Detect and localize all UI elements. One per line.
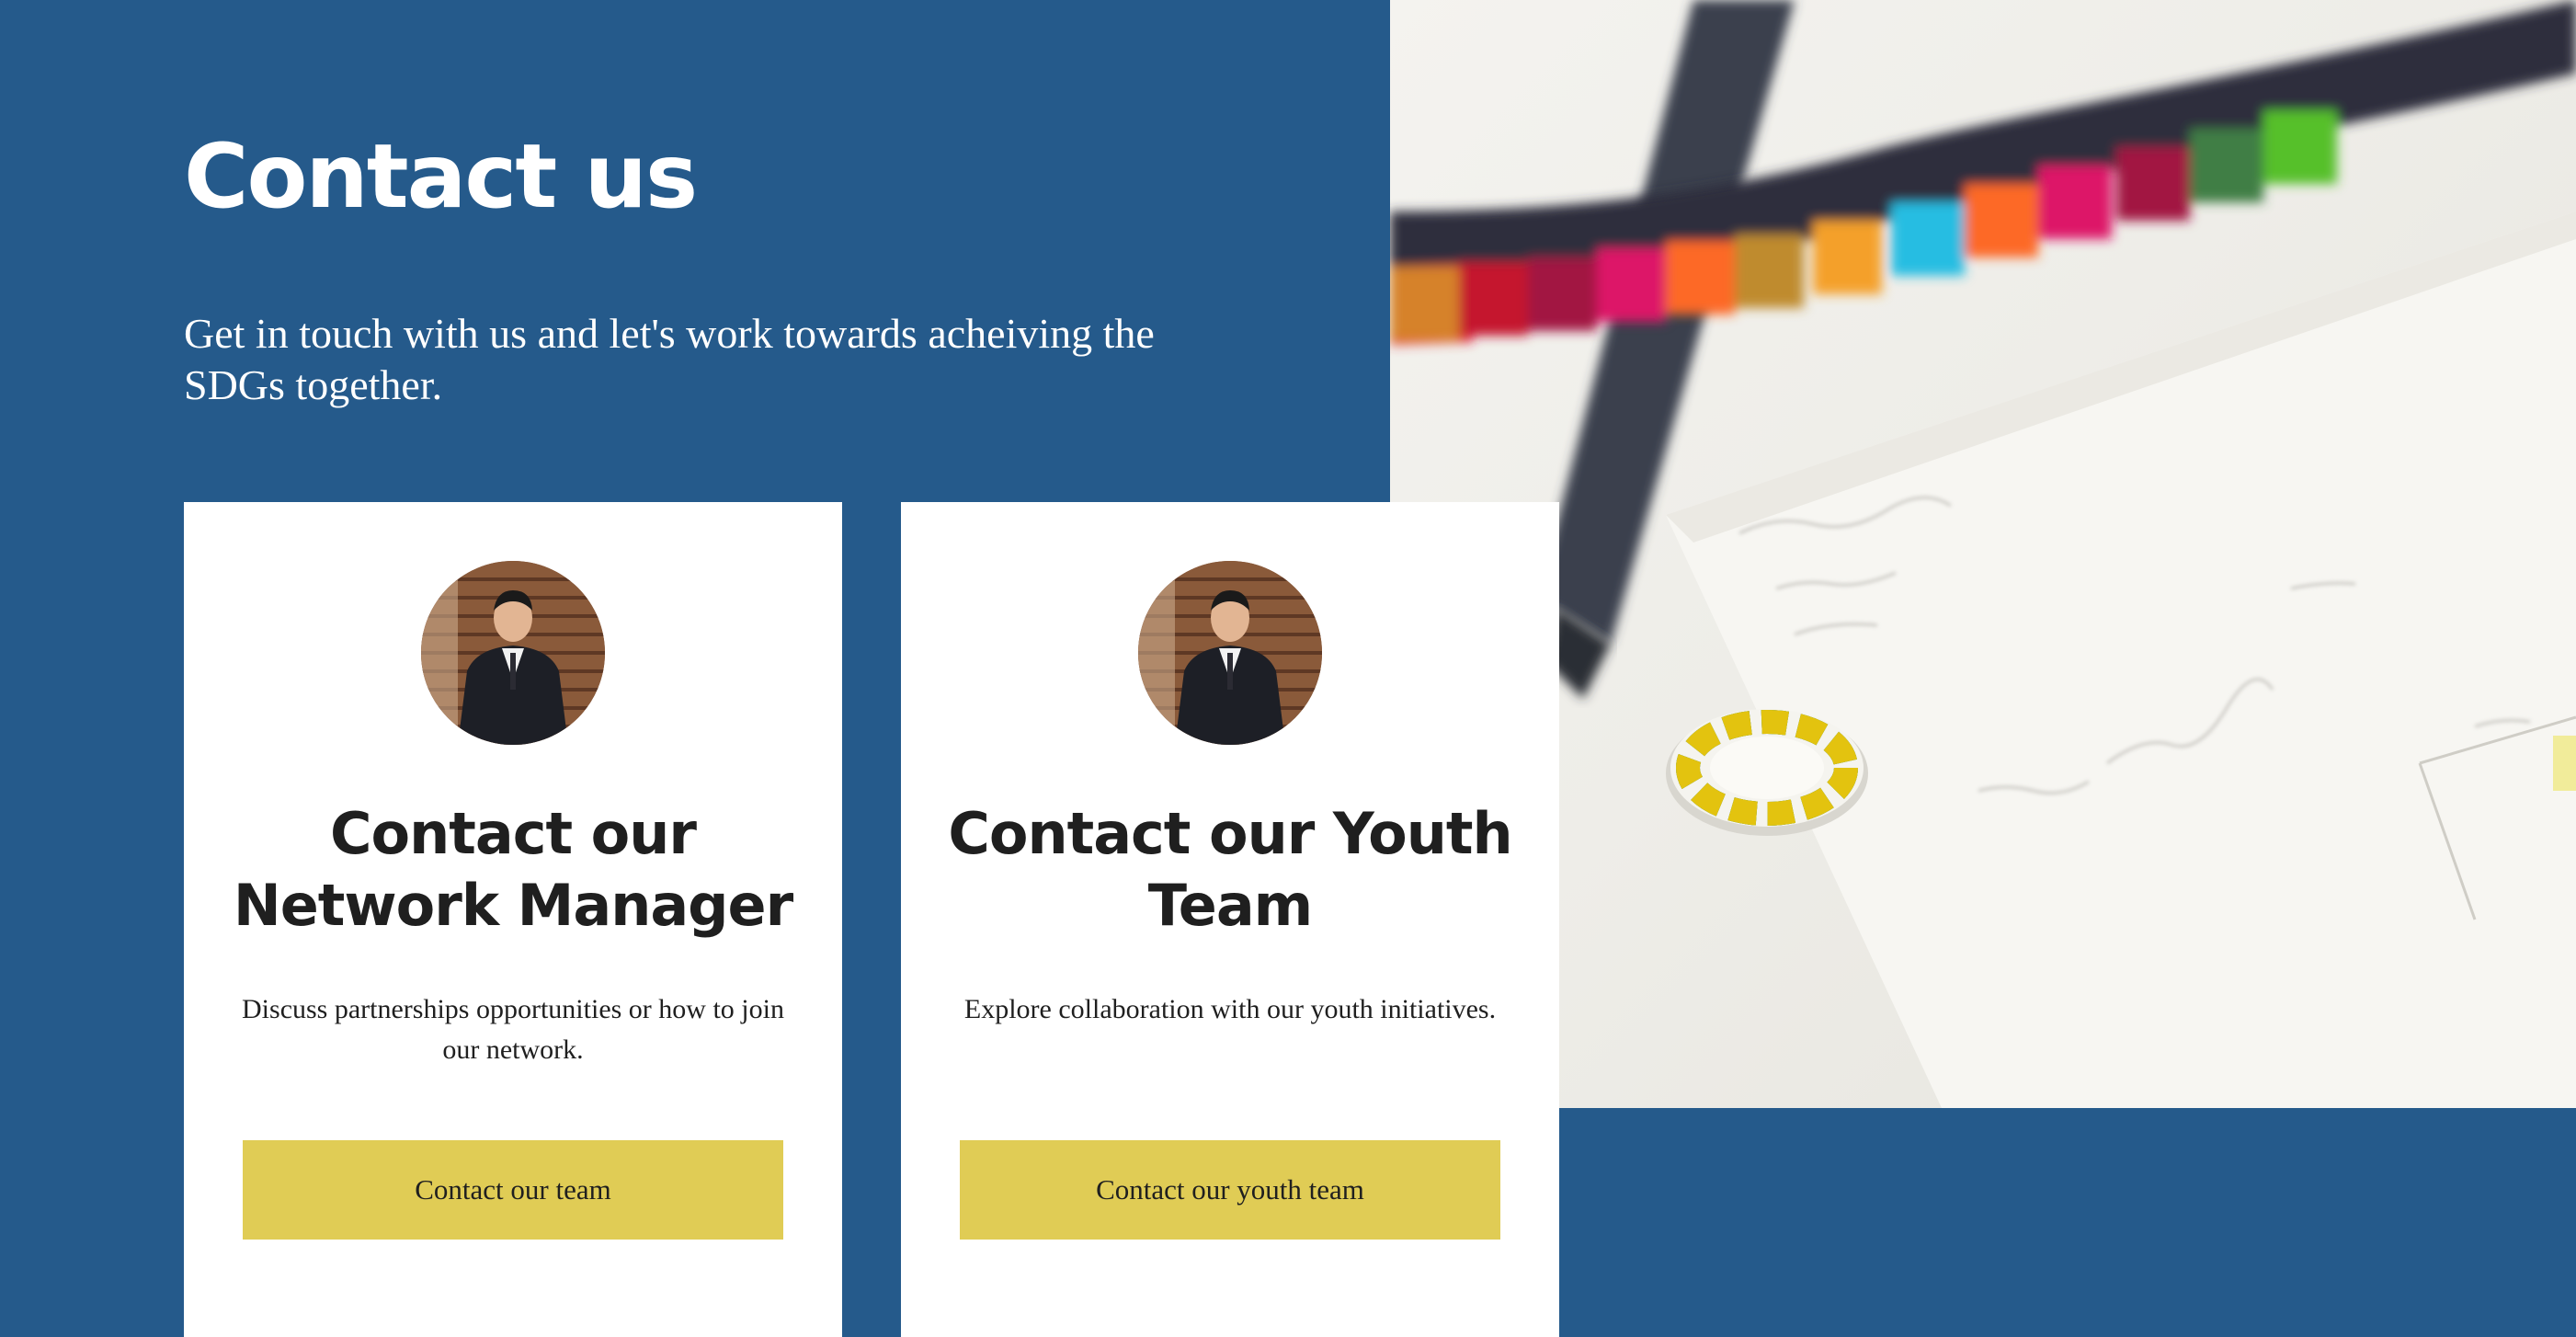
card-title: Contact our Network Manager xyxy=(233,800,793,939)
card-title: Contact our Youth Team xyxy=(948,800,1512,939)
sdg-photo xyxy=(1390,0,2576,1108)
card-description: Discuss partnerships opportunities or ho… xyxy=(242,994,784,1065)
network-manager-card: Contact our Network Manager Discuss part… xyxy=(184,502,842,1337)
avatar xyxy=(421,561,605,745)
youth-team-card: Contact our Youth Team Explore collabora… xyxy=(901,502,1559,1337)
page-title: Contact us xyxy=(184,125,698,228)
page-subtitle: Get in touch with us and let's work towa… xyxy=(184,310,1155,408)
contact-team-button[interactable]: Contact our team xyxy=(243,1140,783,1240)
contact-youth-team-button[interactable]: Contact our youth team xyxy=(960,1140,1500,1240)
card-description: Explore collaboration with our youth ini… xyxy=(963,994,1497,1024)
avatar xyxy=(1138,561,1322,745)
